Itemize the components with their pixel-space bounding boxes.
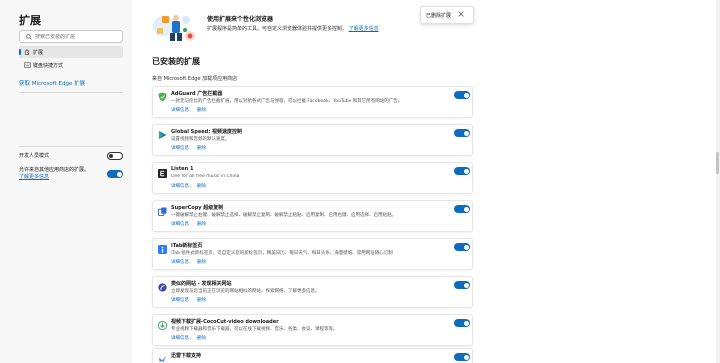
extension-name: AdGuard 广告拦截器: [171, 91, 223, 97]
extension-card-xunlei: 迅雷下载支持: [152, 348, 473, 363]
search-icon: [23, 31, 35, 42]
extension-enable-toggle[interactable]: [454, 319, 470, 327]
allow-other-stores-learn-more-link[interactable]: 了解更多信息: [19, 174, 49, 180]
extension-card-global-speed: Global Speed: 视频速度控制 设置视频和音频的默认速度。 详细信息 …: [152, 124, 473, 156]
allow-other-stores-toggle[interactable]: [107, 170, 123, 178]
search-box[interactable]: [19, 30, 123, 43]
extension-description: 一键破解禁止右键、破解禁止选择、破解禁止复制、破解禁止粘贴、启用复制、启用右键、…: [171, 213, 396, 218]
hero-description-text: 扩展程序是简单的工具，可自定义浏览器体验并提供更多控制。: [207, 26, 348, 32]
sidebar-item-keyboard-shortcuts[interactable]: 键盘快捷方式: [19, 59, 123, 71]
extension-enable-toggle[interactable]: [454, 243, 470, 251]
extension-enable-toggle[interactable]: [454, 129, 470, 137]
developer-mode-label: 开发人员模式: [19, 153, 50, 159]
extension-description: 设置视频和音频的默认速度。: [171, 137, 230, 142]
extension-details-link[interactable]: 详细信息: [171, 107, 189, 113]
similar-sites-icon: [157, 282, 167, 292]
sidebar: 扩展 扩展 键盘快捷方式 获取 Microsoft Edge 扩展 开发人员模式…: [0, 0, 132, 363]
xunlei-bird-icon: [157, 354, 167, 363]
extension-enable-toggle[interactable]: [454, 353, 470, 361]
extension-enable-toggle[interactable]: [454, 167, 470, 175]
extension-enable-toggle[interactable]: [454, 205, 470, 213]
listen1-e-icon: [157, 168, 167, 178]
allow-other-stores-text: 允许来自其他应用商店的扩展。 了解更多信息: [19, 167, 105, 181]
extension-name: 类似的网站 - 发现相关网站: [171, 281, 232, 287]
extension-details-link[interactable]: 详细信息: [171, 259, 189, 265]
toast-text: 已删除扩展: [426, 12, 452, 19]
puzzle-icon: [21, 49, 33, 55]
extension-card-similar-sites: 类似的网站 - 发现相关网站 立即发现与您当前正在浏览的网站相似的网站。探索网络…: [152, 276, 473, 308]
extension-card-supercopy: SuperCopy 超级复制 一键破解禁止右键、破解禁止选择、破解禁止复制、破解…: [152, 200, 473, 232]
extension-card-cococut: 视频下载扩展-CocoCut-video downloader 专业视频下载器和…: [152, 314, 473, 346]
extension-remove-link[interactable]: 删除: [197, 183, 206, 189]
extension-remove-link[interactable]: 删除: [197, 259, 206, 265]
scrollbar-track[interactable]: [716, 0, 720, 363]
close-icon[interactable]: [458, 10, 464, 19]
play-triangle-icon: [157, 130, 167, 140]
get-extensions-link[interactable]: 获取 Microsoft Edge 扩展: [19, 79, 85, 87]
hero-description: 扩展程序是简单的工具，可自定义浏览器体验并提供更多控制。 了解更多信息: [207, 25, 379, 32]
keyboard-icon: [21, 62, 33, 68]
extension-details-link[interactable]: 详细信息: [171, 183, 189, 189]
extension-details-link[interactable]: 详细信息: [171, 335, 189, 341]
extension-remove-link[interactable]: 删除: [197, 107, 206, 113]
extension-remove-link[interactable]: 删除: [197, 145, 206, 151]
extension-name: Global Speed: 视频速度控制: [171, 129, 242, 135]
divider: [19, 146, 123, 147]
extension-name: 视频下载扩展-CocoCut-video downloader: [171, 319, 279, 325]
extension-details-link[interactable]: 详细信息: [171, 297, 189, 303]
extension-description: 专业视频下载器和音乐下载器，可以在线下载视频、音乐、各类、会议、课程等等。: [171, 327, 338, 332]
extension-name: iTab新标签页: [171, 243, 203, 249]
search-input[interactable]: [35, 33, 121, 40]
sidebar-item-label: 键盘快捷方式: [33, 62, 64, 69]
itab-icon: [157, 244, 167, 254]
extension-description: One for all free music in China: [171, 174, 240, 179]
divider: [19, 92, 123, 93]
extension-card-listen1: Listen 1 One for all free music in China…: [152, 162, 473, 194]
hero-title: 使用扩展来个性化浏览器: [207, 16, 274, 23]
extension-description: 立即发现与您当前正在浏览的网站相似的网站。探索网络，了解更多信息。: [171, 289, 320, 294]
extension-name: SuperCopy 超级复制: [171, 205, 224, 211]
sidebar-item-extensions[interactable]: 扩展: [19, 46, 123, 58]
developer-mode-toggle[interactable]: [107, 152, 123, 160]
extension-name: Listen 1: [171, 166, 194, 172]
sidebar-title: 扩展: [19, 14, 41, 27]
extension-remove-link[interactable]: 删除: [197, 335, 206, 341]
main-content: 使用扩展来个性化浏览器 扩展程序是简单的工具，可自定义浏览器体验并提供更多控制。…: [132, 0, 716, 363]
sidebar-item-label: 扩展: [33, 49, 44, 56]
extension-description: iTab 组件式新标签页，可自定义您的新标签页，精美日历、每日天气、每日头条、海…: [171, 251, 393, 256]
extension-enable-toggle[interactable]: [454, 91, 470, 99]
adguard-shield-icon: [157, 92, 167, 102]
extension-details-link[interactable]: 详细信息: [171, 221, 189, 227]
removed-toast: 已删除扩展: [420, 6, 474, 24]
supercopy-icon: [157, 206, 167, 216]
installed-extensions-title: 已安装的扩展: [152, 57, 200, 66]
scrollbar-thumb[interactable]: [716, 152, 719, 174]
hero-learn-more-link[interactable]: 了解更多信息: [349, 26, 379, 32]
extension-remove-link[interactable]: 删除: [197, 221, 206, 227]
store-source-label: 来自 Microsoft Edge 加载项应用商店: [152, 76, 238, 82]
extension-description: 一款无与伦比的广告拦截扩展，用以对抗各式广告与弹窗。可以拦截 Facebook、…: [171, 99, 403, 104]
cococut-icon: [157, 320, 167, 330]
extension-card-itab: iTab新标签页 iTab 组件式新标签页，可自定义您的新标签页，精美日历、每日…: [152, 238, 473, 270]
extension-enable-toggle[interactable]: [454, 281, 470, 289]
allow-other-stores-label: 允许来自其他应用商店的扩展。: [19, 167, 90, 173]
extension-name: 迅雷下载支持: [171, 353, 202, 359]
extensions-illustration-icon: [153, 15, 195, 41]
extension-details-link[interactable]: 详细信息: [171, 145, 189, 151]
extension-card-adguard: AdGuard 广告拦截器 一款无与伦比的广告拦截扩展，用以对抗各式广告与弹窗。…: [152, 86, 473, 118]
extension-remove-link[interactable]: 删除: [197, 297, 206, 303]
